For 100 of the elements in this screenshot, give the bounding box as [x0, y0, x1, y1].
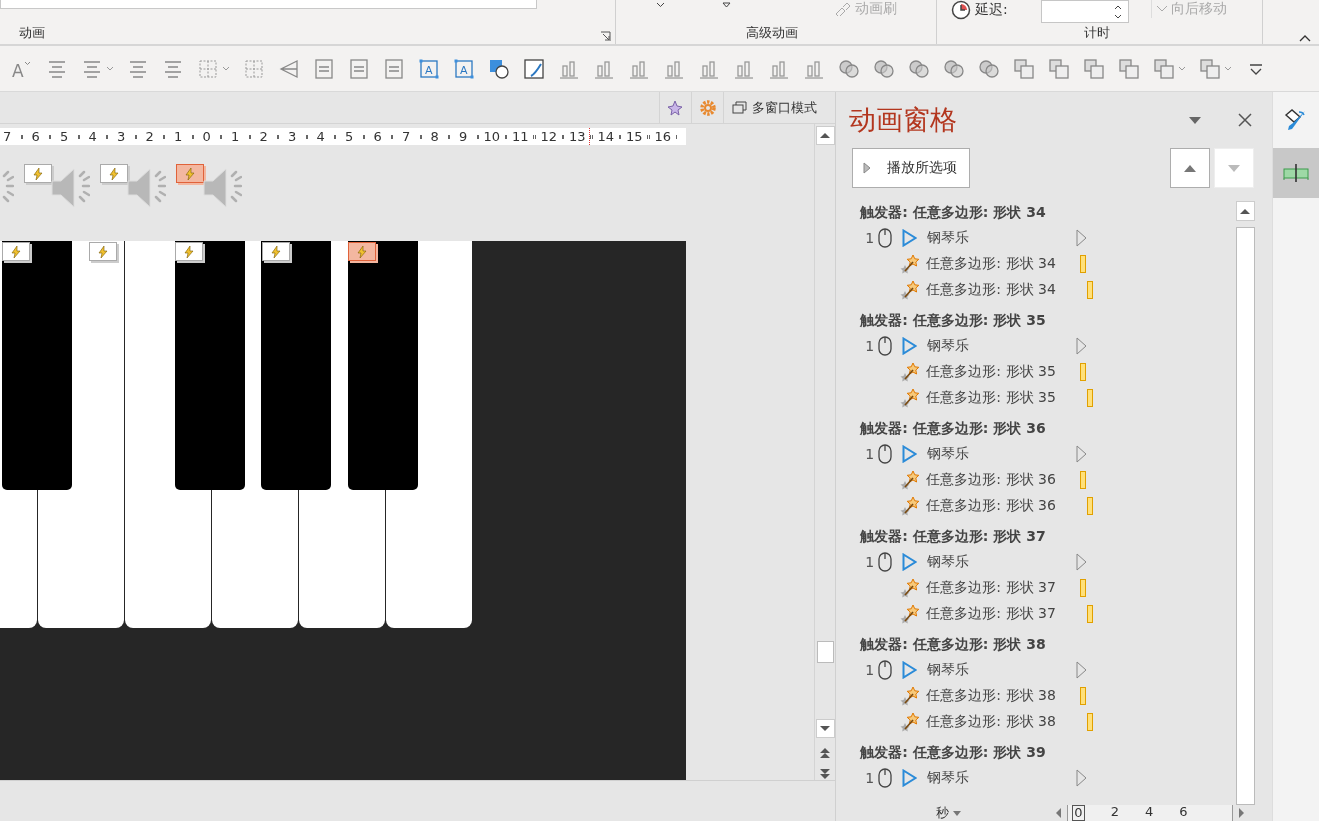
timing-bar[interactable]: [1087, 605, 1094, 623]
animation-item[interactable]: 1 钢琴乐: [860, 441, 1237, 467]
play-icon: [902, 337, 918, 355]
time-tick-label: 2: [1110, 805, 1119, 819]
timing-bar[interactable]: [1087, 497, 1094, 515]
animation-item[interactable]: 1 钢琴乐: [860, 765, 1237, 791]
effect-name: 钢琴乐: [927, 769, 970, 787]
dropdown-caret-icon[interactable]: [1189, 116, 1202, 124]
timing-bar[interactable]: [1087, 281, 1094, 299]
animation-item[interactable]: 任意多边形: 形状 35: [860, 359, 1237, 385]
shape-outline-icon[interactable]: [523, 57, 545, 80]
scroll-thumb[interactable]: [816, 641, 834, 664]
collapse-ribbon-icon[interactable]: [1299, 34, 1311, 42]
trigger-tag[interactable]: [175, 242, 203, 261]
caret-icon: [953, 810, 962, 816]
send-back-icon[interactable]: [1199, 57, 1221, 80]
animation-item[interactable]: 任意多边形: 形状 37: [860, 575, 1237, 601]
animation-item[interactable]: 任意多边形: 形状 35: [860, 385, 1237, 411]
lightning-icon: [357, 245, 367, 258]
down-triangle-icon: [1228, 164, 1241, 172]
frame-icon[interactable]: [313, 57, 335, 80]
subtract-icon[interactable]: [978, 57, 1000, 80]
effect-name: 任意多边形: 形状 35: [926, 389, 1056, 407]
combine-icon[interactable]: [873, 57, 895, 80]
move-up-button[interactable]: [1170, 148, 1211, 188]
play-icon: [863, 162, 872, 174]
trigger-tag[interactable]: [89, 242, 117, 261]
animation-item[interactable]: 任意多边形: 形状 38: [860, 683, 1237, 709]
bring-forward-icon[interactable]: [1083, 57, 1105, 80]
frame-icon[interactable]: [348, 57, 370, 80]
effect-name: 钢琴乐: [927, 445, 970, 463]
effect-name: 任意多边形: 形状 37: [926, 579, 1056, 597]
timing-bar[interactable]: [1080, 579, 1087, 597]
animation-item[interactable]: 1 钢琴乐: [860, 657, 1237, 683]
intersect-icon[interactable]: [943, 57, 965, 80]
send-backward-icon[interactable]: [1118, 57, 1140, 80]
text-box-icon[interactable]: A: [453, 57, 475, 80]
animation-item[interactable]: 任意多边形: 形状 34: [860, 251, 1237, 277]
animation-item[interactable]: 任意多边形: 形状 34: [860, 277, 1237, 303]
trigger-tag[interactable]: [24, 164, 52, 183]
animation-item[interactable]: 任意多边形: 形状 36: [860, 467, 1237, 493]
scroll-left-icon[interactable]: [1055, 808, 1062, 818]
trigger-heading: 触发器: 任意多边形: 形状 35: [860, 311, 1047, 330]
align-icon: [1282, 163, 1310, 183]
animation-item[interactable]: 1 钢琴乐: [860, 333, 1237, 359]
animation-item[interactable]: 任意多边形: 形状 36: [860, 493, 1237, 519]
timing-bar[interactable]: [1080, 363, 1087, 381]
group-label: 高级动画: [746, 24, 798, 42]
stars-icon: [900, 362, 921, 382]
dialog-launcher-icon[interactable]: [600, 31, 611, 42]
group-icon[interactable]: [1013, 57, 1035, 80]
animation-item[interactable]: 任意多边形: 形状 37: [860, 601, 1237, 627]
previous-slide-icon[interactable]: [820, 747, 831, 759]
time-tick-label: 0: [1072, 805, 1085, 821]
timing-bar[interactable]: [1080, 687, 1087, 705]
ungroup-icon[interactable]: [1048, 57, 1070, 80]
next-slide-icon[interactable]: [820, 768, 831, 780]
trigger-tag[interactable]: [348, 242, 376, 261]
frame-icon[interactable]: [383, 57, 405, 80]
vertical-scrollbar[interactable]: [814, 124, 836, 780]
trigger-tag[interactable]: [176, 164, 204, 183]
close-icon[interactable]: [1238, 113, 1253, 127]
play-marker-icon: [1076, 769, 1088, 787]
animation-style-field[interactable]: [0, 0, 537, 9]
text-box-icon[interactable]: A: [418, 57, 440, 80]
trigger-tag[interactable]: [262, 242, 290, 261]
scroll-down-icon[interactable]: [820, 725, 831, 732]
timing-bar[interactable]: [1080, 471, 1087, 489]
effect-name: 任意多边形: 形状 34: [926, 255, 1056, 273]
timing-bar[interactable]: [1087, 389, 1094, 407]
scroll-up-icon[interactable]: [820, 132, 831, 139]
bring-front-icon[interactable]: [1153, 57, 1175, 80]
mouse-icon: [878, 768, 893, 788]
trigger-tag[interactable]: [100, 164, 128, 183]
clock-icon: [951, 0, 971, 20]
timing-bar[interactable]: [1087, 713, 1094, 731]
group-label: 计时: [1084, 24, 1110, 42]
order-number: 1: [865, 770, 876, 786]
align-panel-button[interactable]: [1273, 148, 1319, 198]
timing-bar[interactable]: [1080, 255, 1087, 273]
shape-fill-icon[interactable]: [488, 57, 510, 80]
caret-icon[interactable]: [656, 2, 665, 8]
triangle-icon[interactable]: [278, 57, 300, 80]
fragment-icon[interactable]: [908, 57, 930, 80]
animation-item[interactable]: 1 钢琴乐: [860, 225, 1237, 251]
lightning-icon: [185, 167, 195, 180]
union-icon[interactable]: [838, 57, 860, 80]
grid-icon[interactable]: [197, 57, 219, 80]
play-marker-icon: [1076, 661, 1088, 679]
trigger-tag[interactable]: [2, 242, 30, 261]
delay-field[interactable]: [1041, 0, 1129, 23]
scroll-up-icon[interactable]: [1240, 208, 1251, 214]
time-unit-dropdown[interactable]: 秒: [936, 805, 962, 821]
spinner-arrows-icon[interactable]: [1114, 4, 1122, 19]
caret-icon[interactable]: [722, 2, 731, 8]
up-triangle-icon: [1184, 164, 1197, 172]
animation-item[interactable]: 1 钢琴乐: [860, 549, 1237, 575]
play-selected-button[interactable]: 播放所选项: [852, 148, 971, 188]
scroll-right-icon[interactable]: [1239, 808, 1246, 818]
animation-item[interactable]: 任意多边形: 形状 38: [860, 709, 1237, 735]
